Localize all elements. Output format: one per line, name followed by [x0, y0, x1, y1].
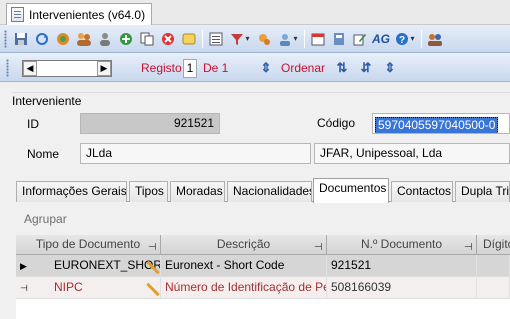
tab-tipos[interactable]: Tipos [129, 181, 168, 202]
refresh-icon[interactable] [32, 29, 52, 49]
tab-documentos[interactable]: Documentos [313, 178, 389, 203]
column-header-descricao[interactable]: Descrição ⊣ [161, 235, 327, 255]
note-icon[interactable] [179, 29, 199, 49]
row-indicator: ⊣ [20, 283, 28, 293]
window-tab[interactable]: Intervenientes (v64.0) [6, 3, 153, 25]
calculator-icon[interactable] [329, 29, 349, 49]
window-title: Intervenientes (v64.0) [29, 7, 146, 22]
next-record-button[interactable]: ▶ [97, 61, 111, 76]
help-icon[interactable]: ? [392, 29, 418, 49]
tab-dupla-tributacao[interactable]: Dupla Trib [455, 181, 510, 202]
cell-digito[interactable] [477, 255, 510, 277]
column-title: Tipo de Documento [35, 237, 141, 251]
export-icon[interactable] [206, 29, 226, 49]
pencil-icon [144, 259, 160, 275]
column-header-digito[interactable]: Dígito [477, 235, 510, 255]
record-scrollbar[interactable]: ◀ ▶ [22, 60, 112, 77]
codigo-label: Código [317, 116, 356, 130]
user-gray-icon[interactable] [95, 29, 115, 49]
tab-strip: Informações Gerais Tipos Moradas Naciona… [16, 178, 510, 203]
toolbar-separator [304, 29, 305, 48]
tab-contactos[interactable]: Contactos [391, 181, 453, 202]
id-field[interactable]: 921521 [80, 113, 220, 134]
filter-icon[interactable] [227, 29, 253, 49]
toolbar-separator [202, 29, 203, 48]
ag-icon[interactable]: AG [371, 29, 391, 49]
edit-icon[interactable] [350, 29, 370, 49]
navigator-grip[interactable] [6, 59, 9, 77]
id-label: ID [27, 117, 39, 131]
column-title: N.º Documento [360, 237, 443, 251]
sort-arrows-icon[interactable]: ⇕ [257, 59, 275, 77]
group-by-area[interactable]: Agrupar [24, 212, 67, 226]
documents-grid: Tipo de Documento ⊣ Descrição ⊣ N.º Docu… [16, 235, 510, 319]
nome-fiscal-field[interactable]: JFAR, Unipessoal, Lda [314, 143, 510, 164]
total-records-label: De 1 [203, 61, 229, 75]
pencil-icon [144, 281, 160, 297]
svg-text:?: ? [399, 35, 405, 46]
main-toolbar: AG ? [0, 25, 510, 53]
toolbar-separator [421, 29, 422, 48]
cell-numero[interactable]: 921521 [327, 255, 477, 277]
tab-nacionalidades[interactable]: Nacionalidades [227, 181, 312, 202]
registo-input[interactable]: 1 [183, 59, 197, 78]
globe-icon[interactable] [53, 29, 73, 49]
codigo-field[interactable]: 5970405597040500-0 [372, 113, 510, 134]
title-bar: Intervenientes (v64.0) [0, 0, 510, 25]
column-header-tipo-documento[interactable]: Tipo de Documento ⊣ [16, 235, 161, 255]
interveniente-section-title: Interveniente [12, 94, 86, 108]
cell-descricao[interactable]: Euronext - Short Code [161, 255, 327, 277]
column-header-numero-documento[interactable]: N.º Documento ⊣ [327, 235, 477, 255]
codigo-value: 5970405597040500-0 [375, 117, 499, 133]
column-title: Descrição [216, 237, 271, 251]
save-icon[interactable] [11, 29, 31, 49]
column-title: Dígito [483, 237, 510, 251]
previous-record-button[interactable]: ◀ [23, 61, 37, 76]
search-people-icon[interactable] [254, 29, 274, 49]
add-icon[interactable] [116, 29, 136, 49]
ag-label: AG [372, 31, 390, 46]
ordenar-label: Ordenar [281, 61, 326, 75]
sort-ascending-icon[interactable]: ⇅ [333, 59, 351, 77]
tab-informacoes-gerais[interactable]: Informações Gerais [16, 181, 127, 202]
user-group-icon[interactable] [425, 29, 445, 49]
delete-icon[interactable] [158, 29, 178, 49]
users-icon[interactable] [74, 29, 94, 49]
grid-header: Tipo de Documento ⊣ Descrição ⊣ N.º Docu… [16, 235, 510, 255]
toolbar-grip[interactable] [4, 29, 7, 48]
cell-digito[interactable] [477, 277, 510, 299]
record-navigator: ◀ ▶ Registo 1 De 1 ⇕ Ordenar ⇅ ⇵ ⇕ [0, 54, 510, 82]
table-row[interactable]: ▶ ⊣ EURONEXT_SHOR Euronext - Short Code … [16, 255, 510, 293]
calendar-icon[interactable] [308, 29, 328, 49]
registo-label: Registo [141, 61, 182, 75]
user-settings-icon[interactable] [275, 29, 301, 49]
tab-moradas[interactable]: Moradas [170, 181, 225, 202]
table-row[interactable]: ⊣ NIPC Número de Identificação de Pes 50… [16, 277, 510, 299]
cell-numero[interactable]: 508166039 [327, 277, 477, 299]
document-icon [11, 7, 24, 22]
sort-reset-icon[interactable]: ⇕ [381, 59, 399, 77]
cell-descricao[interactable]: Número de Identificação de Pes [161, 277, 327, 299]
nome-label: Nome [27, 147, 60, 161]
row-indicator: ▶ ⊣ [20, 261, 28, 293]
copy-icon[interactable] [137, 29, 157, 49]
nome-field[interactable]: JLda [80, 143, 311, 164]
sort-descending-icon[interactable]: ⇵ [357, 59, 375, 77]
